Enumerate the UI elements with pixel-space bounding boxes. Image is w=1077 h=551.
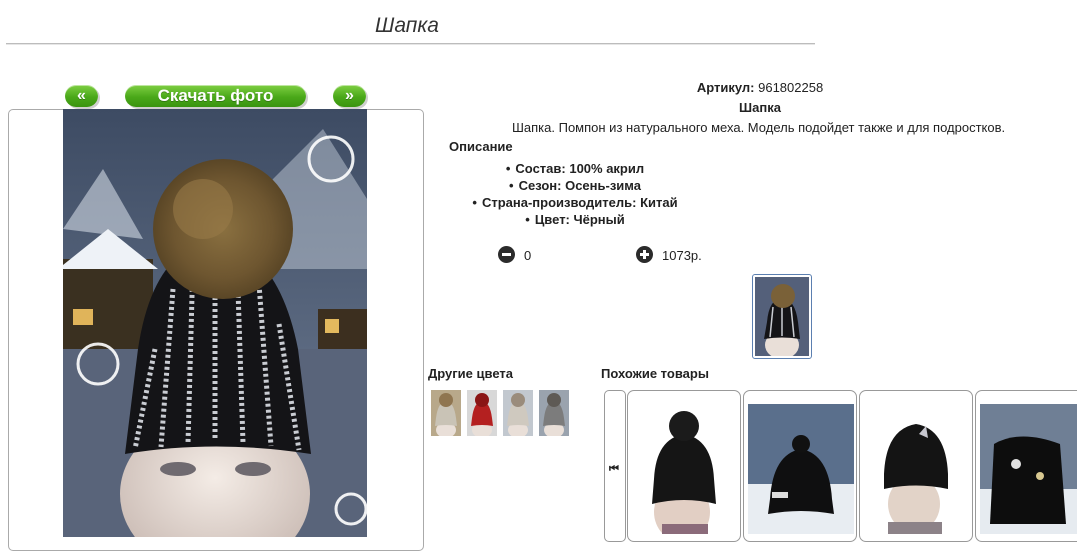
quantity-value: 0 bbox=[524, 248, 532, 263]
color-variant-thumb[interactable] bbox=[467, 390, 497, 436]
short-description: Шапка. Помпон из натурального меха. Моде… bbox=[512, 120, 1006, 135]
product-name: Шапка bbox=[739, 100, 781, 115]
price: 1073р. bbox=[662, 248, 702, 263]
color-variant-thumb[interactable] bbox=[539, 390, 569, 436]
plus-icon[interactable] bbox=[636, 246, 653, 263]
download-photo-button[interactable]: Скачать фото bbox=[125, 85, 306, 107]
article-label: Артикул: bbox=[696, 80, 755, 95]
next-photo-button[interactable]: » bbox=[333, 85, 366, 107]
list-item: • Состав: 100% акрил bbox=[505, 161, 645, 176]
similar-product-card[interactable] bbox=[627, 390, 741, 542]
prev-photo-button[interactable]: « bbox=[65, 85, 98, 107]
list-item: • Сезон: Осень-зима bbox=[509, 178, 641, 193]
skip-back-icon: ⏮ bbox=[609, 463, 619, 475]
page-title: Шапка bbox=[375, 14, 439, 37]
similar-prev-button[interactable]: ⏮ bbox=[604, 390, 626, 542]
similar-product-card[interactable] bbox=[859, 390, 973, 542]
list-item: • Страна-производитель: Китай bbox=[472, 195, 678, 210]
color-variant-thumb[interactable] bbox=[503, 390, 533, 436]
other-colors-heading: Другие цвета bbox=[428, 366, 513, 381]
list-item: • Цвет: Чёрный bbox=[525, 212, 625, 227]
main-product-photo[interactable] bbox=[63, 109, 367, 537]
minus-icon[interactable] bbox=[498, 246, 515, 263]
similar-product-card[interactable] bbox=[975, 390, 1077, 542]
photo-thumbnail[interactable] bbox=[752, 274, 812, 359]
product-image bbox=[632, 404, 738, 534]
similar-products-heading: Похожие товары bbox=[601, 366, 709, 381]
article-line: Артикул: 961802258 bbox=[440, 80, 1077, 95]
title-divider bbox=[6, 43, 815, 44]
product-image bbox=[748, 404, 854, 534]
description-heading: Описание bbox=[449, 139, 513, 154]
article-value: 961802258 bbox=[758, 80, 824, 95]
product-image bbox=[980, 404, 1077, 534]
attribute-list: • Состав: 100% акрил • Сезон: Осень-зима •… bbox=[440, 160, 710, 228]
color-variant-thumb[interactable] bbox=[431, 390, 461, 436]
similar-product-card[interactable] bbox=[743, 390, 857, 542]
product-image bbox=[864, 404, 970, 534]
